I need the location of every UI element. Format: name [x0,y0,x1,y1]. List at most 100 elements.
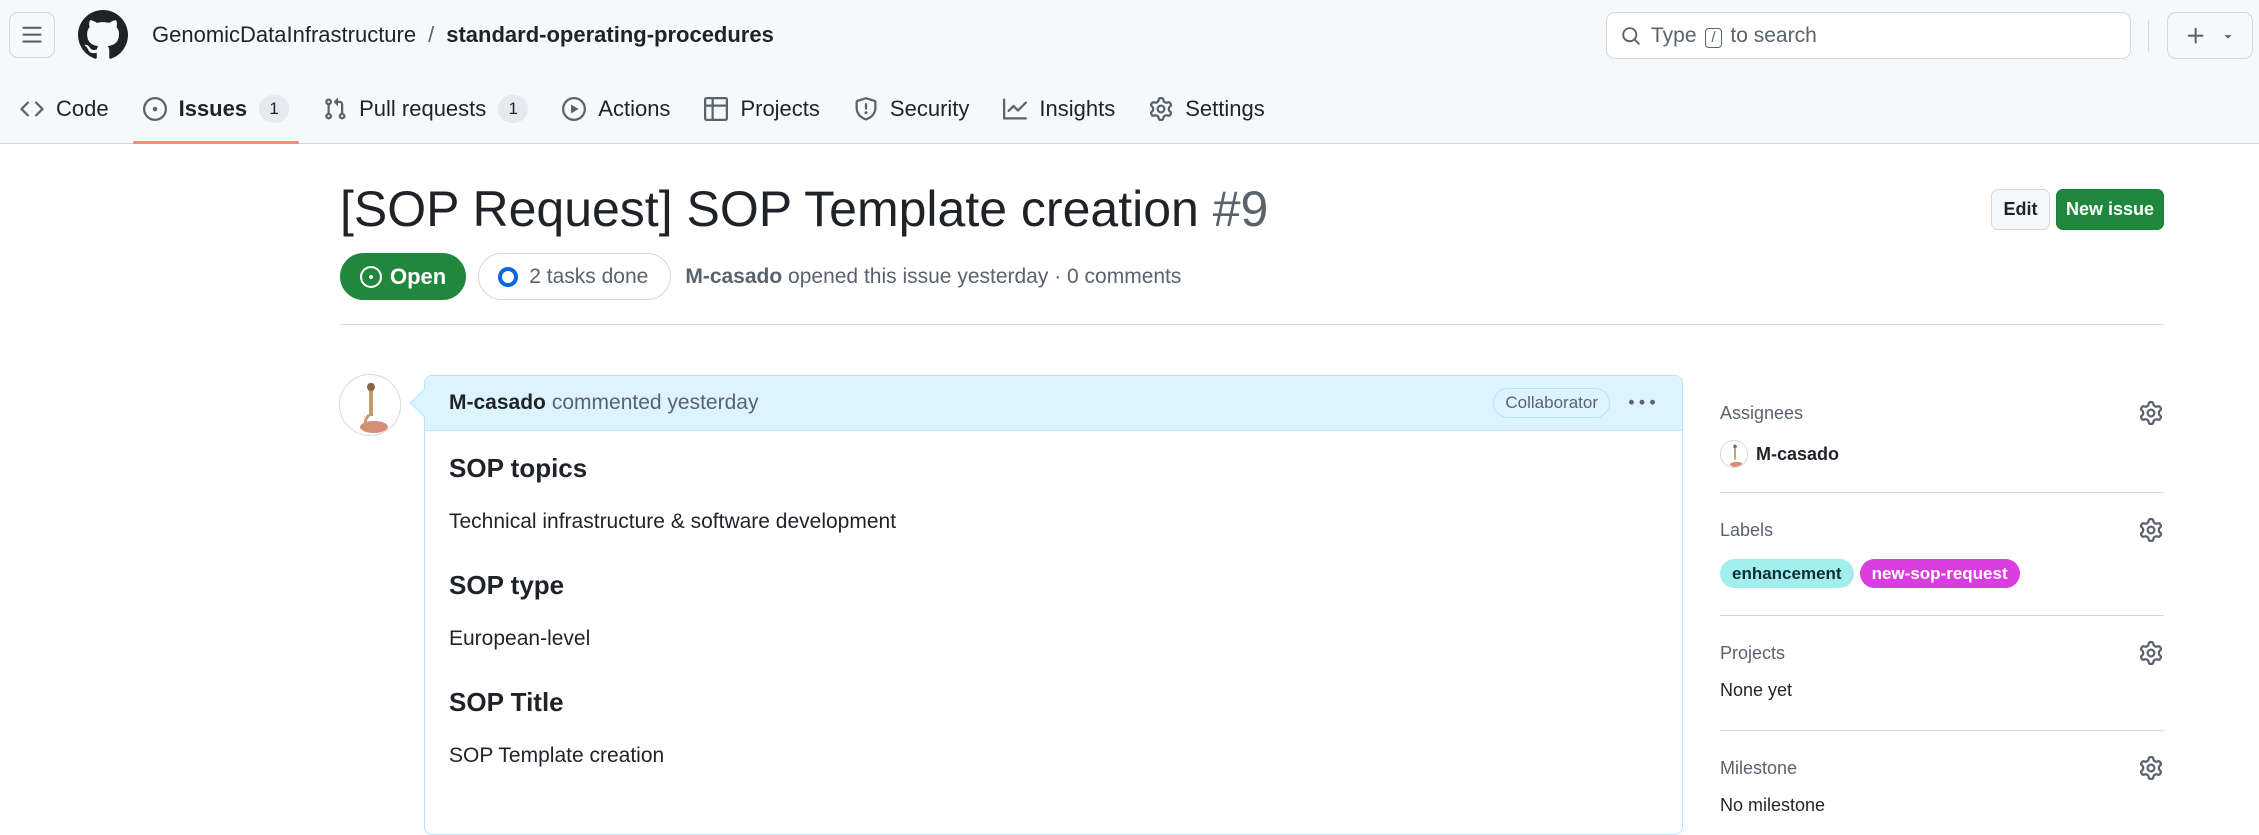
tab-issues[interactable]: Issues 1 [129,86,304,144]
assignee-name: M-casado [1756,443,1840,464]
tab-issues-label: Issues [178,96,248,121]
gear-icon [1150,97,1173,121]
label-new-sop-request[interactable]: new-sop-request [1859,559,2020,588]
comment-body: SOP topics Technical infrastructure & so… [425,431,1682,826]
create-new-button[interactable] [2167,12,2253,59]
search-placeholder-prefix: Type [1651,23,1697,47]
sidebar-labels: Labels enhancement new-sop-request [1720,515,2164,588]
issue-opened-icon [360,265,382,288]
triangle-down-icon [2224,34,2232,39]
breadcrumb-separator: / [428,22,435,47]
issue-title: [SOP Request] SOP Template creation #9 [340,180,1268,238]
divider [340,324,2164,325]
issue-meta: Open 2 tasks done M-casado opened this i… [340,253,1181,300]
comment-timestamp[interactable]: commented yesterday [552,391,759,415]
assignee-item[interactable]: M-casado [1720,440,2164,468]
search-input[interactable]: Type / to search [1606,12,2131,59]
breadcrumb-owner[interactable]: GenomicDataInfrastructure [152,22,416,48]
plus-icon [2187,27,2204,44]
tab-projects-label: Projects [740,96,820,121]
code-icon [20,101,44,117]
section-heading: SOP topics [449,453,588,483]
status-badge: Open [340,253,467,300]
pull-requests-count-badge: 1 [498,95,529,123]
label-enhancement[interactable]: enhancement [1720,559,1854,588]
avatar[interactable] [339,374,401,436]
gear-icon [2139,641,2163,665]
gear-icon [2139,756,2163,780]
sidebar-divider [1720,730,2164,731]
breadcrumb-repo[interactable]: standard-operating-procedures [446,22,774,48]
issue-title-text: [SOP Request] SOP Template creation [340,181,1199,237]
issue-author-link[interactable]: M-casado [685,265,782,288]
new-issue-button[interactable]: New issue [2056,189,2164,230]
issues-count-badge: 1 [259,95,290,123]
gear-icon [2139,401,2163,425]
sidebar-projects-title: Projects [1720,642,1786,663]
section-text: Technical infrastructure & software deve… [449,510,897,533]
github-logo-icon[interactable] [78,10,128,60]
comment-author-link[interactable]: M-casado [449,391,546,415]
issue-opened-icon [142,97,167,121]
sidebar-milestone: Milestone No milestone [1720,753,2164,816]
search-placeholder-suffix: to search [1730,23,1817,47]
edit-button[interactable]: Edit [1991,189,2050,230]
sidebar-labels-title: Labels [1720,519,1774,540]
tab-insights-label: Insights [1039,96,1116,121]
labels-settings-button[interactable] [2138,517,2164,543]
breadcrumb: GenomicDataInfrastructure / standard-ope… [152,22,774,48]
kebab-horizontal-icon [1629,399,1655,405]
menu-button[interactable] [9,12,55,58]
issue-opened-info: M-casado opened this issue yesterday · 0… [685,265,1181,289]
milestone-settings-button[interactable] [2138,755,2164,781]
tab-security[interactable]: Security [840,86,983,132]
sidebar-divider [1720,492,2164,493]
comment-pointer [409,388,439,418]
tab-code-label: Code [56,96,109,121]
section-text: SOP Template creation [449,744,665,767]
tab-actions-label: Actions [598,96,671,121]
issue-comment: M-casado commented yesterday Collaborato… [409,375,1683,835]
shield-icon [855,97,877,121]
projects-value: None yet [1720,680,1793,700]
tab-security-label: Security [889,96,970,121]
hamburger-icon [22,26,42,43]
labels-list: enhancement new-sop-request [1720,559,2164,588]
tab-insights[interactable]: Insights [989,86,1129,132]
section-text: European-level [449,627,591,650]
tasks-progress[interactable]: 2 tasks done [478,253,672,300]
section-heading: SOP Title [449,687,564,717]
tab-pull-requests[interactable]: Pull requests 1 [309,86,542,132]
tab-settings-label: Settings [1185,96,1265,121]
collaborator-badge: Collaborator [1493,388,1610,418]
comment-options-button[interactable] [1628,390,1656,416]
tab-code[interactable]: Code [6,86,123,132]
table-icon [704,97,729,121]
issue-number: #9 [1212,181,1269,237]
tab-projects[interactable]: Projects [690,86,833,132]
avatar [1720,440,1748,468]
sidebar-divider [1720,615,2164,616]
milestone-value: No milestone [1720,795,1826,815]
sidebar-milestone-title: Milestone [1720,757,1798,778]
graph-icon [1003,98,1028,120]
tab-settings[interactable]: Settings [1135,86,1279,132]
issue-opened-text: opened this issue yesterday · 0 comments [788,264,1182,288]
tab-pull-requests-label: Pull requests [359,96,487,121]
repo-header: GenomicDataInfrastructure / standard-ope… [0,0,2259,144]
tab-actions[interactable]: Actions [548,86,684,132]
comment-header: M-casado commented yesterday Collaborato… [409,376,1682,431]
repo-tabs: Code Issues 1 Pull requests 1 Actions Pr… [0,86,1279,144]
sidebar-projects: Projects None yet [1720,638,2164,701]
gear-icon [2139,518,2163,542]
avatar-image-icon [1721,441,1747,467]
git-pull-request-icon [325,97,346,120]
tasks-progress-label: 2 tasks done [529,264,649,288]
projects-settings-button[interactable] [2138,640,2164,666]
sidebar-assignees: Assignees M-casado [1720,398,2164,468]
search-icon [1622,26,1640,45]
assignees-settings-button[interactable] [2138,400,2164,426]
progress-circle-icon [498,266,519,287]
avatar-image-icon [340,375,400,435]
play-icon [562,97,587,121]
